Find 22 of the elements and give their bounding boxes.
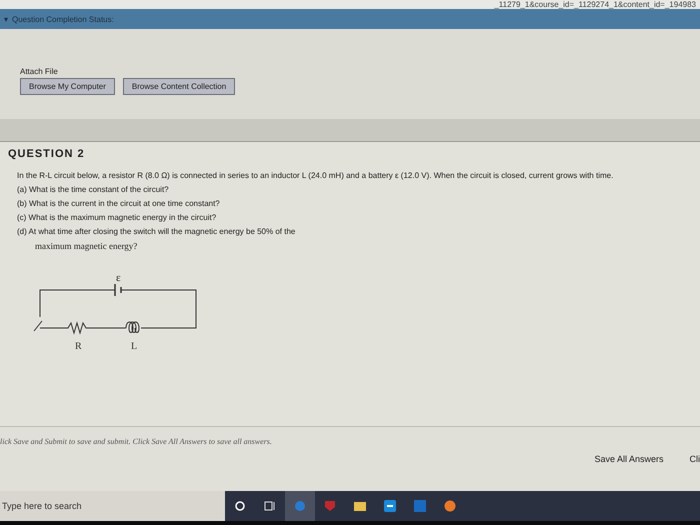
battery-label: ε <box>116 272 121 284</box>
question-part: (a) What is the time constant of the circuit? <box>17 184 170 194</box>
question-text: In the R-L circuit below, a resistor R (8.0 Ω) is connected in series to an inductor L (24.0 mH) and a battery ε (12.0 V). When the circuit is closed, current grows with time. <box>17 172 614 181</box>
taskbar-search-field[interactable]: Type here to search <box>0 491 225 521</box>
inductor-label: L <box>131 340 138 352</box>
question-part: (b) What is the current in the circuit at one time constant? <box>17 198 221 208</box>
question-part: (d) At what time after closing the switch will the magnetic energy be 50% of the <box>17 226 296 236</box>
footer-button[interactable]: Save All Answers <box>594 454 664 464</box>
footer-button[interactable]: Cli <box>690 454 700 464</box>
browse-button[interactable]: Browse My Computer <box>20 78 115 95</box>
browse-button[interactable]: Browse Content Collection <box>122 78 236 95</box>
question-part: maximum magnetic energy? <box>35 240 138 251</box>
question-part: (c) What is the maximum magnetic energy in the circuit? <box>17 212 218 222</box>
folder-icon[interactable] <box>354 501 366 511</box>
address-url: _11279_1&course_id=_1129274_1&content_id=_194983 <box>494 0 697 9</box>
status-label: Question Completion Status: <box>12 14 114 24</box>
attach-file-label: Attach File <box>20 67 59 76</box>
question-title: QUESTION 2 <box>8 148 86 160</box>
instruction-text: lick Save and Submit to save and submit. Click Save All Answers to save all answers. <box>0 437 273 446</box>
resistor-label: R <box>75 340 82 352</box>
task-view-icon[interactable] <box>264 501 276 511</box>
cortana-circle-icon[interactable] <box>235 501 245 511</box>
